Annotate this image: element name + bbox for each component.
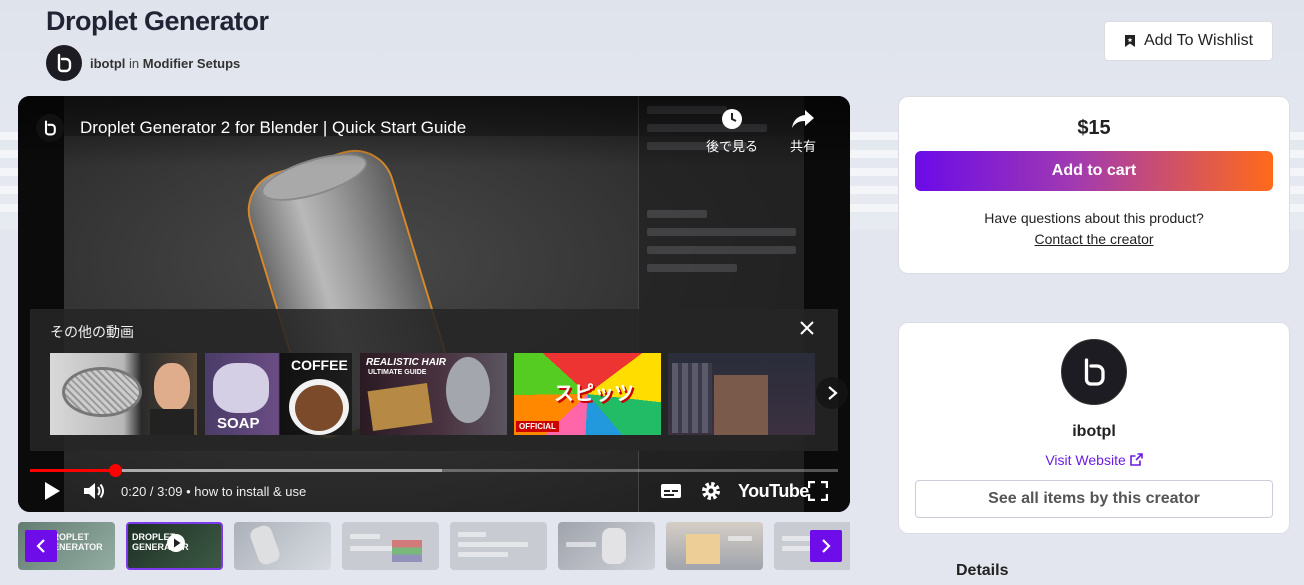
media-gallery: DROPLET GENERATOR DROPLET GENERATOR (18, 522, 850, 572)
related-thumb-text: ULTIMATE GUIDE (368, 369, 427, 376)
video-time-chapter: 0:20 / 3:09 • how to install & use (121, 484, 306, 499)
close-icon (800, 321, 814, 335)
captions-button[interactable] (660, 482, 682, 505)
related-video-thumb[interactable] (668, 353, 815, 435)
bookmark-icon (1124, 35, 1135, 47)
related-thumb-text: COFFEE (291, 357, 348, 373)
brand-logo-icon (1084, 358, 1105, 386)
add-to-cart-button[interactable]: Add to cart (915, 151, 1273, 191)
more-videos-title: その他の動画 (50, 324, 134, 340)
creator-card: ibotpl Visit Website See all items by th… (898, 322, 1290, 534)
add-to-wishlist-button[interactable]: Add To Wishlist (1104, 21, 1273, 61)
creator-line: ibotpl in Modifier Setups (46, 45, 240, 81)
gallery-thumb[interactable] (450, 522, 547, 570)
progress-played (30, 469, 116, 472)
external-link-icon (1129, 453, 1143, 466)
details-heading: Details (956, 562, 1009, 579)
play-circle-icon (167, 534, 185, 552)
product-title: Droplet Generator (46, 6, 269, 36)
video-progress-bar[interactable] (30, 464, 838, 477)
wishlist-label: Add To Wishlist (1143, 32, 1254, 49)
volume-icon (84, 483, 104, 499)
gallery-thumb[interactable] (558, 522, 655, 570)
more-videos-next-button[interactable] (816, 377, 848, 409)
brand-logo-icon (44, 120, 56, 136)
video-title[interactable]: Droplet Generator 2 for Blender | Quick … (80, 118, 466, 138)
video-time: 0:20 / 3:09 (121, 484, 183, 499)
category-link[interactable]: Modifier Setups (143, 56, 241, 71)
questions-text: Have questions about this product? (984, 210, 1204, 226)
share-button[interactable]: 共有 (790, 108, 816, 155)
price: $15 (1077, 117, 1111, 139)
gallery-thumb[interactable]: DROPLET GENERATOR (126, 522, 223, 570)
related-video-thumb[interactable]: REALISTIC HAIR ULTIMATE GUIDE (360, 353, 507, 435)
gallery-thumb[interactable] (342, 522, 439, 570)
creator-name-link[interactable]: ibotpl (90, 56, 125, 71)
youtube-logo[interactable]: YouTube (738, 481, 809, 502)
related-thumb-text: スピッツ (554, 383, 634, 405)
related-video-thumb[interactable] (50, 353, 197, 435)
contact-creator-link[interactable]: Contact the creator (899, 231, 1289, 247)
related-videos-row: SOAP COFFEE REALISTIC HAIR ULTIMATE GUID… (50, 353, 818, 435)
in-word: in (129, 55, 140, 71)
see-all-items-button[interactable]: See all items by this creator (915, 480, 1273, 518)
visit-website-link[interactable]: Visit Website (899, 452, 1289, 468)
video-chapter[interactable]: • how to install & use (186, 484, 306, 499)
related-video-thumb[interactable]: スピッツ OFFICIAL (514, 353, 661, 435)
creator-card-name: ibotpl (1072, 423, 1116, 440)
chevron-left-icon (36, 539, 45, 553)
settings-button[interactable] (700, 480, 722, 507)
volume-button[interactable] (82, 480, 106, 507)
related-video-thumb[interactable]: SOAP COFFEE (205, 353, 352, 435)
chevron-right-icon (828, 386, 838, 400)
visit-website-label: Visit Website (1045, 452, 1126, 468)
watch-later-button[interactable]: 後で見る (706, 108, 758, 155)
play-icon (45, 482, 60, 500)
video-player[interactable]: Droplet Generator 2 for Blender | Quick … (18, 96, 850, 512)
creator-text: ibotpl in Modifier Setups (90, 56, 240, 71)
close-more-videos-button[interactable] (800, 321, 814, 340)
creator-avatar[interactable] (46, 45, 82, 81)
gallery-thumb[interactable] (666, 522, 763, 570)
brand-logo-icon (57, 53, 72, 73)
purchase-card: $15 Add to cart Have questions about thi… (898, 96, 1290, 274)
share-label: 共有 (790, 139, 817, 154)
channel-logo[interactable] (36, 114, 64, 142)
video-controls: 0:20 / 3:09 • how to install & use YouTu… (18, 476, 850, 508)
gallery-thumb[interactable] (234, 522, 331, 570)
captions-icon (661, 484, 681, 498)
gallery-prev-button[interactable] (25, 530, 57, 562)
gallery-next-button[interactable] (810, 530, 842, 562)
clock-icon (722, 109, 742, 129)
fullscreen-icon (807, 480, 829, 502)
fullscreen-button[interactable] (807, 480, 829, 506)
more-videos-panel: その他の動画 SOAP COFFEE REALISTIC HAIR ULTIMA… (30, 309, 848, 451)
gear-icon (702, 482, 720, 500)
share-arrow-icon (792, 110, 814, 128)
watch-later-label: 後で見る (706, 139, 759, 154)
related-thumb-text: REALISTIC HAIR (366, 357, 446, 368)
chevron-right-icon (822, 539, 831, 553)
related-thumb-text: OFFICIAL (516, 421, 559, 432)
creator-avatar-large[interactable] (1061, 339, 1127, 405)
play-button[interactable] (42, 480, 62, 507)
related-thumb-text: SOAP (217, 415, 260, 432)
